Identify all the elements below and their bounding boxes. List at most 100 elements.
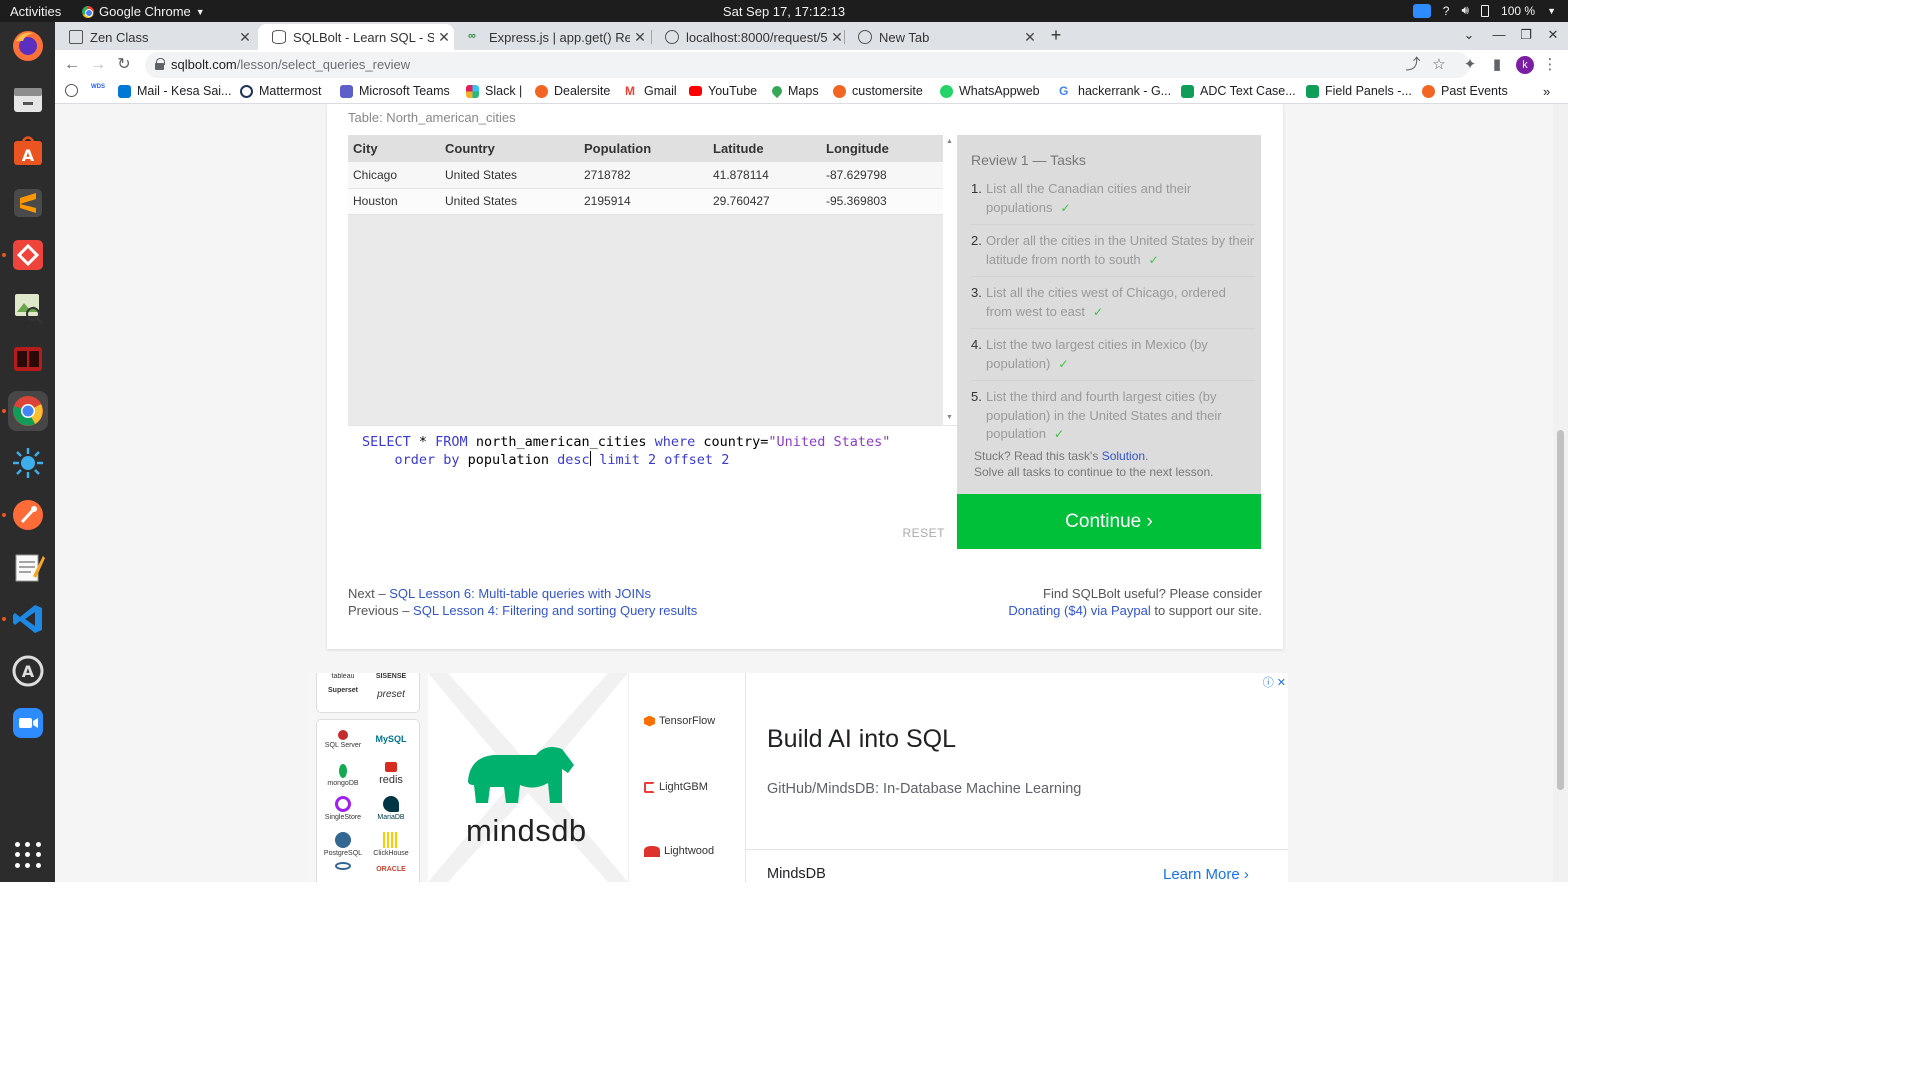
previous-lesson-link[interactable]: SQL Lesson 4: Filtering and sorting Quer…	[413, 603, 697, 618]
table-cell: 2718782	[579, 162, 708, 189]
tasks-title: Review 1 — Tasks	[971, 152, 1086, 168]
task-item: 3. List all the cities west of Chicago, o…	[971, 284, 1255, 329]
outlook-icon	[118, 84, 131, 98]
tab-new-tab[interactable]: New Tab ✕	[844, 24, 1040, 50]
learn-more-button[interactable]: Learn More ›	[1163, 866, 1249, 882]
bookmark-hackerrank[interactable]: Ghackerrank - G...	[1059, 84, 1171, 98]
ad-copy[interactable]: Build AI into SQL GitHub/MindsDB: In-Dat…	[745, 673, 1288, 882]
bookmark-wds[interactable]: WDS	[91, 84, 113, 97]
scroll-up-icon[interactable]: ▲	[946, 138, 953, 145]
continue-button[interactable]: Continue ›	[957, 494, 1261, 549]
ad-brand[interactable]: MindsDB	[767, 866, 826, 882]
software-center-icon[interactable]: A	[8, 131, 48, 171]
sublime-text-icon[interactable]	[8, 183, 48, 223]
back-button[interactable]: ←	[61, 54, 83, 76]
zoom-app-icon[interactable]	[8, 703, 48, 743]
scrollbar-thumb[interactable]	[1557, 430, 1564, 790]
reload-button[interactable]: ↻	[113, 54, 135, 76]
close-icon[interactable]: ✕	[434, 29, 454, 46]
tab-sqlbolt[interactable]: SQLBolt - Learn SQL - SQL ✕	[258, 24, 454, 50]
sql-editor[interactable]: SELECT * FROM north_american_cities wher…	[348, 425, 957, 549]
url-text[interactable]: sqlbolt.com/lesson/select_queries_review	[171, 57, 410, 72]
text-editor-icon[interactable]	[8, 547, 48, 587]
share-icon[interactable]: ⤴	[1403, 55, 1423, 75]
anydesk-icon[interactable]	[2, 235, 48, 275]
chrome-dock-icon[interactable]	[2, 391, 48, 431]
ad-divider	[746, 849, 1288, 850]
tab-localhost[interactable]: localhost:8000/request/5 ✕	[651, 24, 847, 50]
bookmark-gmail[interactable]: M Gmail	[625, 84, 677, 98]
new-tab-button[interactable]: +	[1045, 25, 1067, 47]
db-logo: SingleStore	[321, 796, 365, 821]
lesson-navigation: Next – SQL Lesson 6: Multi-table queries…	[348, 586, 698, 618]
bookmark-mail[interactable]: Mail - Kesa Sai...	[118, 84, 231, 98]
terminal-app-icon[interactable]	[8, 339, 48, 379]
app-menu[interactable]: Google Chrome ▼	[82, 4, 205, 19]
donate-link[interactable]: Donating ($4) via Paypal	[1008, 603, 1150, 618]
maps-icon	[769, 83, 785, 99]
maximize-button[interactable]: ❐	[1516, 25, 1536, 45]
ad-description[interactable]: GitHub/MindsDB: In-Database Machine Lear…	[767, 781, 1081, 797]
sheets-icon	[1181, 84, 1194, 98]
bookmark-dealersite[interactable]: Dealersite	[535, 84, 610, 98]
bookmark-past-events[interactable]: Past Events	[1422, 84, 1508, 98]
bookmark-whatsapp[interactable]: WhatsAppweb	[940, 84, 1040, 98]
bookmark-field-panels[interactable]: Field Panels -...	[1306, 84, 1412, 98]
advertisement[interactable]: tableau SISENSE Superset preset SQL Serv…	[308, 673, 1288, 882]
bookmarks-overflow-icon[interactable]: »	[1543, 84, 1550, 99]
ad-creative-image[interactable]: tableau SISENSE Superset preset SQL Serv…	[308, 673, 744, 882]
bookmark-youtube[interactable]: YouTube	[689, 84, 757, 98]
settings-sun-icon[interactable]	[8, 443, 48, 483]
adchoices-icon[interactable]: ⓘ ✕	[1263, 674, 1286, 690]
lesson-card: Table: North_american_cities City Countr…	[327, 104, 1283, 649]
bookmark-customersite[interactable]: customersite	[833, 84, 923, 98]
next-lesson-link[interactable]: SQL Lesson 6: Multi-table queries with J…	[389, 586, 651, 601]
help-icon[interactable]: ?	[1443, 4, 1450, 18]
bookmark-mattermost[interactable]: Mattermost	[240, 84, 322, 98]
clock[interactable]: Sat Sep 17, 17:12:13	[723, 4, 845, 19]
extensions-icon[interactable]: ✦	[1460, 55, 1480, 75]
solution-link[interactable]: Solution	[1102, 449, 1145, 463]
close-icon[interactable]: ✕	[235, 29, 255, 46]
activities-button[interactable]: Activities	[10, 4, 61, 19]
zoom-tray-icon[interactable]	[1412, 3, 1431, 18]
bookmark-teams[interactable]: Microsoft Teams	[340, 84, 450, 98]
chevron-down-icon: ▼	[195, 6, 205, 17]
lock-icon[interactable]	[155, 58, 165, 70]
window-close-button[interactable]: ✕	[1543, 25, 1563, 45]
tab-zen-class[interactable]: Zen Class ✕	[55, 24, 255, 50]
reset-button[interactable]: RESET	[902, 526, 945, 540]
show-applications-icon[interactable]	[15, 842, 41, 868]
minimize-button[interactable]: —	[1489, 25, 1509, 45]
scroll-down-icon[interactable]: ▼	[946, 414, 953, 421]
battery-icon[interactable]	[1481, 4, 1490, 17]
table-cell: 29.760427	[708, 188, 821, 215]
task-list: 1. List all the Canadian cities and their…	[971, 180, 1255, 458]
image-viewer-icon[interactable]	[8, 287, 48, 327]
file-manager-icon[interactable]	[8, 79, 48, 119]
forward-button[interactable]: →	[87, 54, 109, 76]
page-scrollbar[interactable]	[1553, 104, 1568, 882]
bookmark-slack[interactable]: Slack |	[466, 84, 522, 98]
side-panel-icon[interactable]: ▮	[1487, 55, 1507, 75]
close-icon[interactable]: ✕	[1020, 29, 1040, 46]
system-tray[interactable]: ? 🔊︎ 100 % ▼	[1412, 3, 1556, 18]
chrome-menu-icon[interactable]: ⋮	[1540, 55, 1560, 75]
bookmark-star-icon[interactable]: ☆	[1429, 55, 1449, 75]
tab-search-chevron-icon[interactable]: ⌄	[1459, 25, 1479, 45]
ad-headline[interactable]: Build AI into SQL	[767, 725, 956, 754]
postman-icon[interactable]	[2, 495, 48, 535]
address-bar[interactable]: sqlbolt.com/lesson/select_queries_review…	[145, 52, 1470, 78]
bookmark-globe[interactable]	[65, 84, 84, 97]
table-cell: -87.629798	[821, 162, 943, 189]
bookmark-maps[interactable]: Maps	[769, 83, 819, 99]
system-menu-chevron-icon[interactable]: ▼	[1547, 6, 1556, 16]
bookmark-adc-text-case[interactable]: ADC Text Case...	[1181, 84, 1296, 98]
vscode-icon[interactable]	[2, 599, 48, 639]
firefox-icon[interactable]	[8, 26, 48, 66]
volume-icon[interactable]: 🔊︎	[1461, 3, 1469, 18]
profile-avatar[interactable]: k	[1516, 56, 1534, 74]
tab-expressjs[interactable]: ∞ Express.js | app.get() Req ✕	[454, 24, 650, 50]
close-icon[interactable]: ✕	[630, 29, 650, 46]
software-updater-icon[interactable]: A	[8, 651, 48, 691]
